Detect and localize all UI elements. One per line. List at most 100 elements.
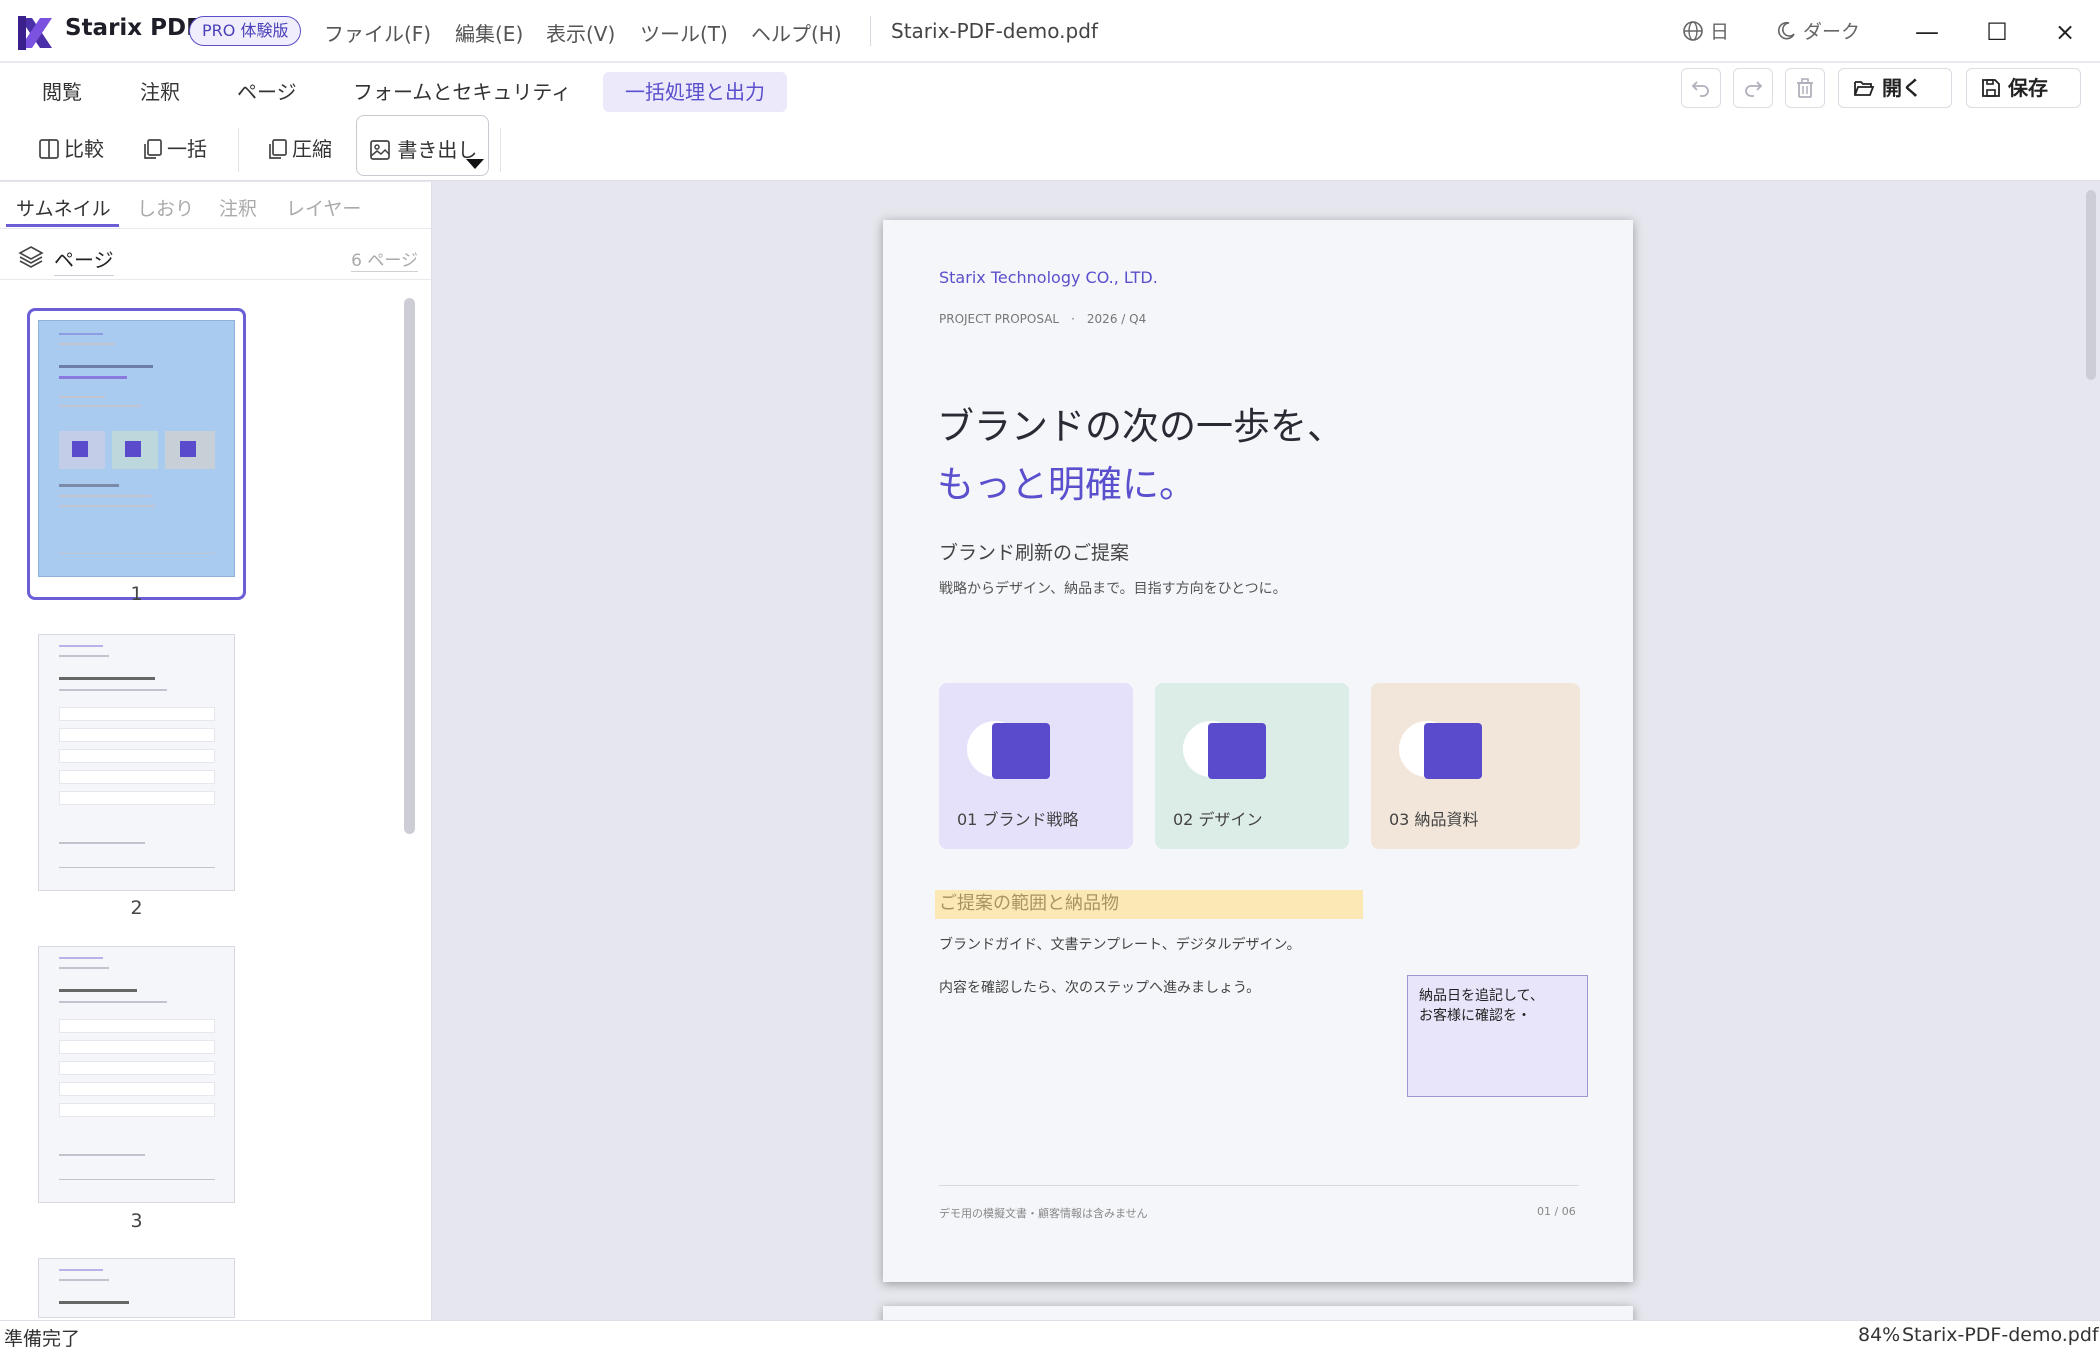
compress-button[interactable]: 圧縮: [266, 132, 332, 166]
page-thumbnail-1[interactable]: [38, 320, 235, 577]
title-bar: Starix PDF PRO 体験版 ファイル(F) 編集(E) 表示(V) ツ…: [0, 0, 2100, 62]
card-label: 02 デザイン: [1173, 810, 1263, 829]
tab-forms-security[interactable]: フォームとセキュリティ: [331, 72, 593, 112]
starix-logo-icon: [18, 16, 52, 50]
intro-text: 戦略からデザイン、納品まで。目指す方向をひとつに。: [939, 581, 1287, 597]
footer-disclaimer: デモ用の模擬文書・顧客情報は含みません: [939, 1207, 1148, 1220]
document-scrollbar[interactable]: [2086, 190, 2096, 380]
trash-icon: [1797, 78, 1813, 98]
status-text: 準備完了: [4, 1328, 81, 1350]
menu-tools[interactable]: ツール(T): [640, 18, 728, 47]
pdf-page[interactable]: Starix Technology CO., LTD. PROJECT PROP…: [883, 220, 1633, 1282]
card-icon: [1424, 723, 1482, 779]
headline-line-2: もっと明確に。: [937, 463, 1196, 506]
card-deliverables: 03 納品資料: [1371, 683, 1580, 849]
pages-header: ページ 6 ページ: [18, 240, 418, 280]
tab-batch-export[interactable]: 一括処理と出力: [603, 72, 787, 112]
app-name: Starix PDF: [65, 15, 202, 41]
compress-icon: [269, 139, 287, 159]
menu-help[interactable]: ヘルプ(H): [751, 18, 842, 47]
batch-button[interactable]: 一括: [141, 132, 207, 166]
page-thumbnail-3[interactable]: [38, 946, 235, 1203]
pages-title: ページ: [54, 244, 114, 276]
tab-pages[interactable]: ページ: [215, 72, 319, 112]
divider: [0, 228, 431, 229]
footer-divider: [939, 1185, 1579, 1186]
active-tab-indicator: [6, 224, 119, 227]
pro-trial-badge[interactable]: PRO 体験版: [189, 16, 302, 46]
undo-button[interactable]: [1681, 68, 1721, 108]
globe-icon: [1683, 21, 1703, 41]
moon-icon: [1778, 21, 1795, 40]
thumbnail-number: 2: [130, 897, 143, 919]
language-label: 日: [1710, 21, 1730, 43]
dropdown-arrow-icon[interactable]: [466, 159, 484, 169]
open-label: 開く: [1881, 76, 1922, 100]
open-button[interactable]: 開く: [1838, 68, 1952, 108]
divider: [0, 279, 431, 280]
batch-pages-icon: [144, 139, 162, 159]
card-icon: [1208, 723, 1266, 779]
sidebar: サムネイル しおり 注釈 レイヤー ページ 6 ページ 1 2 3: [0, 182, 432, 1320]
proposal-meta: PROJECT PROPOSAL · 2026 / Q4: [939, 312, 1147, 326]
company-name: Starix Technology CO., LTD.: [939, 268, 1158, 287]
menu-view[interactable]: 表示(V): [546, 18, 615, 47]
sticky-note-annotation[interactable]: 納品日を追記して、 お客様に確認を・: [1407, 975, 1588, 1097]
thumbnail-number: 3: [130, 1210, 143, 1232]
status-filename: Starix-PDF-demo.pdf: [1902, 1324, 2099, 1346]
menu-file[interactable]: ファイル(F): [324, 18, 431, 47]
save-button[interactable]: 保存: [1966, 68, 2081, 108]
page-thumbnail-4[interactable]: [38, 1258, 235, 1318]
page-count: 6 ページ: [351, 246, 418, 272]
headline-line-1: ブランドの次の一歩を、: [937, 405, 1344, 448]
minimize-button[interactable]: —: [1907, 12, 1947, 52]
thumbnail-number: 1: [130, 583, 143, 605]
sidebar-tab-thumbnails[interactable]: サムネイル: [16, 194, 111, 221]
card-label: 01 ブランド戦略: [957, 810, 1079, 829]
card-label: 03 納品資料: [1389, 810, 1479, 829]
menu-edit[interactable]: 編集(E): [455, 18, 523, 47]
divider: [870, 16, 871, 46]
body-text-1: ブランドガイド、文書テンプレート、デジタルデザイン。: [939, 937, 1301, 953]
save-icon: [1982, 79, 2000, 97]
redo-icon: [1745, 81, 1763, 97]
image-export-icon: [370, 140, 390, 160]
dark-mode-toggle[interactable]: ダーク: [1775, 17, 1860, 44]
section-title: ご提案の範囲と納品物: [939, 893, 1119, 914]
tab-view[interactable]: 閲覧: [20, 72, 104, 112]
layers-icon: [18, 246, 44, 268]
note-line: 納品日を追記して、: [1419, 988, 1544, 1004]
compare-button[interactable]: 比較: [38, 132, 104, 166]
maximize-button[interactable]: ☐: [1977, 12, 2017, 52]
folder-open-icon: [1854, 81, 1875, 96]
footer-page-number: 01 / 06: [1537, 1205, 1576, 1218]
redo-button[interactable]: [1733, 68, 1773, 108]
document-viewer[interactable]: Starix Technology CO., LTD. PROJECT PROP…: [433, 182, 2100, 1320]
compress-label: 圧縮: [292, 137, 332, 161]
delete-button[interactable]: [1785, 68, 1825, 108]
card-brand-strategy: 01 ブランド戦略: [939, 683, 1133, 849]
toolbar-divider: [500, 128, 501, 172]
language-button[interactable]: 日: [1682, 17, 1729, 44]
pdf-page-2[interactable]: [883, 1306, 1633, 1320]
save-label: 保存: [2007, 76, 2048, 100]
sidebar-tab-bookmarks[interactable]: しおり: [137, 194, 194, 221]
proposal-subtitle: ブランド刷新のご提案: [939, 542, 1130, 564]
tab-annotate[interactable]: 注釈: [118, 72, 202, 112]
undo-icon: [1691, 81, 1709, 97]
card-icon: [992, 723, 1050, 779]
zoom-level[interactable]: 84%: [1858, 1324, 1900, 1346]
sidebar-tab-layers[interactable]: レイヤー: [286, 194, 361, 221]
body-text-2: 内容を確認したら、次のステップへ進みましょう。: [939, 980, 1261, 996]
batch-label: 一括: [167, 137, 207, 161]
export-button[interactable]: 書き出し: [356, 115, 489, 176]
status-bar: 準備完了 84% Starix-PDF-demo.pdf: [0, 1320, 2100, 1350]
sidebar-scrollbar[interactable]: [404, 298, 415, 834]
note-line: お客様に確認を・: [1419, 1008, 1531, 1024]
toolbar: 比較 一括 圧縮: [0, 118, 2100, 181]
toolbar-divider: [238, 128, 239, 172]
close-button[interactable]: ×: [2045, 12, 2085, 52]
document-filename: Starix-PDF-demo.pdf: [891, 19, 1098, 43]
sidebar-tab-annotations[interactable]: 注釈: [219, 194, 257, 221]
page-thumbnail-2[interactable]: [38, 634, 235, 891]
